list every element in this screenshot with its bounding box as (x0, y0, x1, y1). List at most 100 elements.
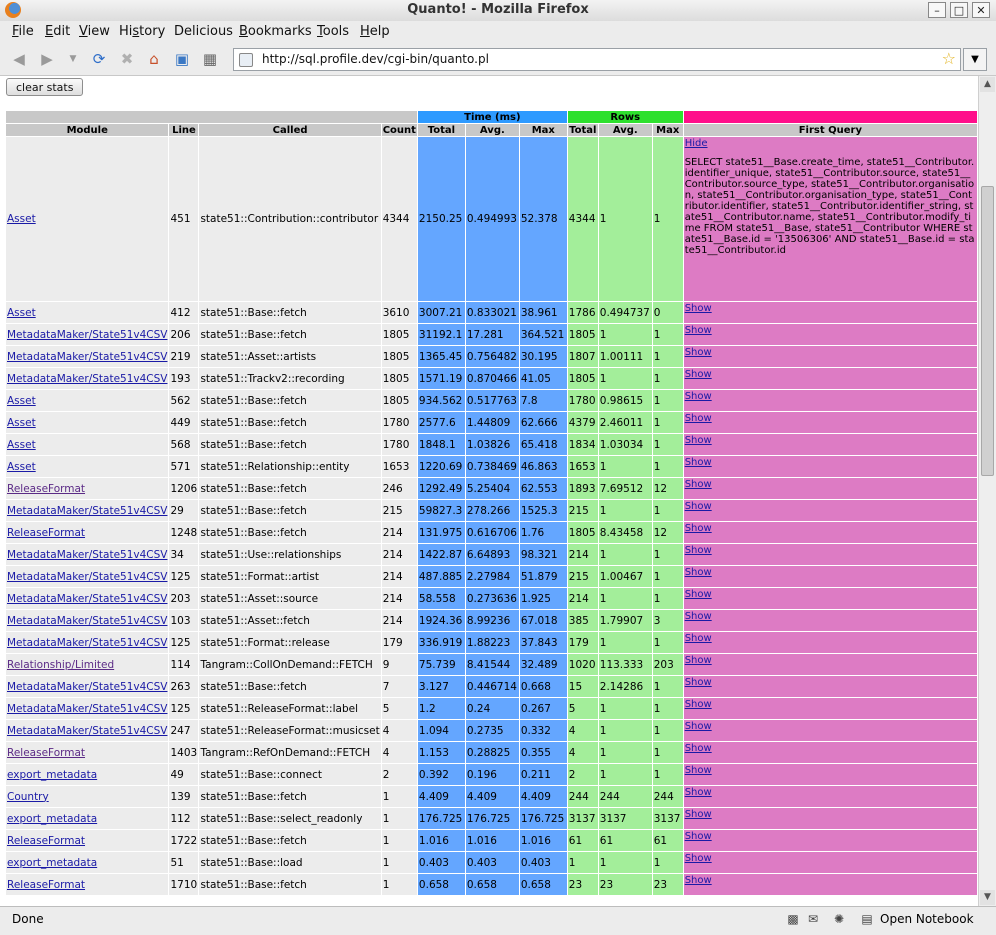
module-link[interactable]: MetadataMaker/State51v4CSV (7, 505, 167, 517)
show-query-link[interactable]: Show (685, 545, 712, 556)
module-link[interactable]: MetadataMaker/State51v4CSV (7, 615, 167, 627)
module-link[interactable]: Asset (7, 213, 36, 225)
cell-line: 1248 (168, 521, 200, 544)
forward-icon[interactable]: ▶ (38, 50, 56, 68)
url-text[interactable]: http://sql.profile.dev/cgi-bin/quanto.pl (262, 52, 489, 66)
show-query-link[interactable]: Show (685, 633, 712, 644)
module-link[interactable]: Asset (7, 439, 36, 451)
cell-time-max: 7.8 (518, 389, 568, 412)
show-query-link[interactable]: Show (685, 699, 712, 710)
menu-help[interactable]: Help (360, 24, 390, 39)
module-link[interactable]: MetadataMaker/State51v4CSV (7, 725, 167, 737)
show-query-link[interactable]: Show (685, 501, 712, 512)
show-query-link[interactable]: Show (685, 831, 712, 842)
module-link[interactable]: MetadataMaker/State51v4CSV (7, 593, 167, 605)
reload-icon[interactable]: ⟳ (90, 50, 108, 68)
module-link[interactable]: MetadataMaker/State51v4CSV (7, 329, 167, 341)
cell-rows-total: 1807 (566, 345, 599, 368)
back-icon[interactable]: ◀ (10, 50, 28, 68)
menu-delicious[interactable]: Delicious (174, 24, 233, 39)
sidebar-icon[interactable]: ▣ (173, 50, 191, 68)
url-dropdown-button[interactable]: ▼ (963, 48, 987, 71)
mail-icon[interactable]: ✉ (806, 912, 820, 926)
show-query-link[interactable]: Show (685, 457, 712, 468)
menu-edit[interactable]: Edit (45, 24, 70, 39)
clear-stats-button[interactable]: clear stats (6, 78, 84, 96)
print-icon[interactable]: ▦ (201, 50, 219, 68)
show-query-link[interactable]: Show (685, 391, 712, 402)
module-link[interactable]: ReleaseFormat (7, 527, 85, 539)
module-link[interactable]: Asset (7, 461, 36, 473)
module-link[interactable]: Relationship/Limited (7, 659, 114, 671)
show-query-link[interactable]: Show (685, 589, 712, 600)
hide-query-link[interactable]: Hide (685, 138, 708, 149)
menu-history[interactable]: History (119, 24, 165, 39)
maximize-button[interactable]: □ (950, 2, 968, 18)
show-query-link[interactable]: Show (685, 435, 712, 446)
show-query-link[interactable]: Show (685, 875, 712, 886)
module-link[interactable]: ReleaseFormat (7, 879, 85, 891)
module-link[interactable]: ReleaseFormat (7, 835, 85, 847)
module-link[interactable]: Asset (7, 307, 36, 319)
show-query-link[interactable]: Show (685, 721, 712, 732)
rows-group-header: Rows (566, 110, 684, 124)
scroll-thumb[interactable] (981, 186, 994, 476)
show-query-link[interactable]: Show (685, 369, 712, 380)
show-query-link[interactable]: Show (685, 853, 712, 864)
minimize-button[interactable]: – (928, 2, 946, 18)
show-query-link[interactable]: Show (685, 567, 712, 578)
scroll-down-icon[interactable]: ▼ (980, 890, 995, 905)
module-link[interactable]: export_metadata (7, 857, 97, 869)
module-link[interactable]: MetadataMaker/State51v4CSV (7, 681, 167, 693)
show-query-link[interactable]: Show (685, 413, 712, 424)
menu-bookmarks[interactable]: Bookmarks (239, 24, 312, 39)
show-query-link[interactable]: Show (685, 787, 712, 798)
scroll-up-icon[interactable]: ▲ (980, 77, 995, 92)
table-row: MetadataMaker/State51v4CSV 193 state51::Tr… (4, 367, 978, 390)
vertical-scrollbar[interactable]: ▲ ▼ (978, 76, 996, 906)
show-query-link[interactable]: Show (685, 611, 712, 622)
close-button[interactable]: ✕ (972, 2, 990, 18)
module-link[interactable]: export_metadata (7, 769, 97, 781)
cell-rows-total: 1020 (566, 653, 599, 676)
module-link[interactable]: MetadataMaker/State51v4CSV (7, 637, 167, 649)
module-link[interactable]: MetadataMaker/State51v4CSV (7, 373, 167, 385)
module-link[interactable]: Asset (7, 395, 36, 407)
bookmark-star-icon[interactable]: ☆ (942, 49, 956, 68)
cell-count: 9 (380, 653, 418, 676)
show-query-link[interactable]: Show (685, 347, 712, 358)
module-link[interactable]: MetadataMaker/State51v4CSV (7, 703, 167, 715)
menu-view[interactable]: View (79, 24, 110, 39)
cell-line: 571 (168, 455, 200, 478)
menu-tools[interactable]: Tools (317, 24, 349, 39)
module-link[interactable]: MetadataMaker/State51v4CSV (7, 571, 167, 583)
firebug-icon[interactable]: ✺ (832, 912, 846, 926)
stop-icon[interactable]: ✖ (118, 50, 136, 68)
module-link[interactable]: Asset (7, 417, 36, 429)
notebook-icon[interactable]: ▤ (860, 912, 874, 926)
show-query-link[interactable]: Show (685, 523, 712, 534)
show-query-link[interactable]: Show (685, 655, 712, 666)
table-row: Asset 571 state51::Relationship::entity 165… (4, 455, 978, 478)
module-link[interactable]: export_metadata (7, 813, 97, 825)
show-query-link[interactable]: Show (685, 809, 712, 820)
module-link[interactable]: ReleaseFormat (7, 483, 85, 495)
open-notebook-link[interactable]: Open Notebook (880, 912, 974, 926)
show-query-link[interactable]: Show (685, 743, 712, 754)
show-query-link[interactable]: Show (685, 677, 712, 688)
show-query-link[interactable]: Show (685, 325, 712, 336)
show-query-link[interactable]: Show (685, 479, 712, 490)
module-link[interactable]: MetadataMaker/State51v4CSV (7, 351, 167, 363)
show-query-link[interactable]: Show (685, 303, 712, 314)
url-bar[interactable]: http://sql.profile.dev/cgi-bin/quanto.pl… (233, 48, 961, 71)
cell-time-avg: 1.88223 (464, 631, 520, 654)
module-link[interactable]: MetadataMaker/State51v4CSV (7, 549, 167, 561)
table-row: export_metadata 112 state51::Base::select_… (4, 807, 978, 830)
history-dropdown-icon[interactable]: ▼ (64, 50, 82, 68)
module-link[interactable]: ReleaseFormat (7, 747, 85, 759)
home-icon[interactable]: ⌂ (145, 50, 163, 68)
menu-file[interactable]: File (12, 24, 34, 39)
cell-time-avg: 0.756482 (464, 345, 520, 368)
show-query-link[interactable]: Show (685, 765, 712, 776)
module-link[interactable]: Country (7, 791, 49, 803)
